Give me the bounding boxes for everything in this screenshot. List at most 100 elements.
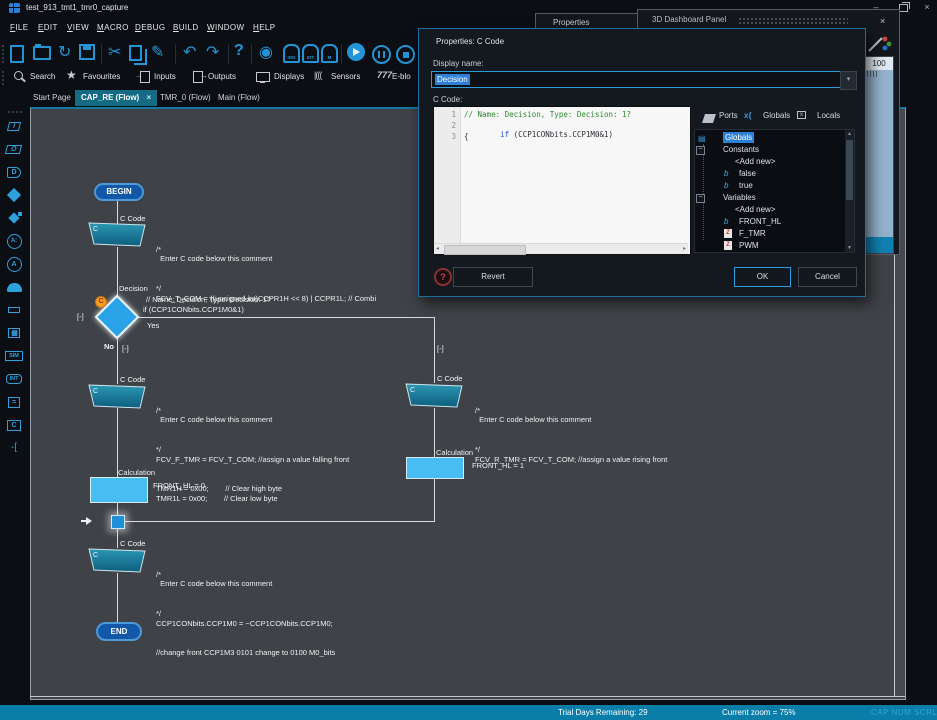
outputs-icon[interactable]: → [193,71,203,83]
shape-macro-icon[interactable] [3,277,25,297]
inputs-icon[interactable]: → [140,71,150,83]
outputs-button[interactable]: Outputs [208,72,236,81]
favourites-button[interactable]: Favourites [83,72,120,81]
undo-icon[interactable]: ↶ [183,42,196,66]
tree-item-globals[interactable]: ▤ Globals [695,132,854,143]
collapse-marker[interactable]: [-] [77,312,84,321]
toolbar-grip[interactable] [1,44,6,64]
tab-globals[interactable]: Globals [763,111,790,120]
help-icon[interactable]: ? [234,42,244,66]
inputs-button[interactable]: Inputs [154,72,176,81]
restore-button[interactable] [899,4,908,12]
tree-item-add-variable[interactable]: <Add new> [695,204,854,215]
breakpoint-badge[interactable]: C [95,296,107,308]
begin-block[interactable]: BEGIN [94,183,144,201]
search-button[interactable]: Search [30,72,55,81]
scroll-thumb[interactable] [444,245,526,255]
collapse-icon[interactable]: − [696,194,705,203]
revert-button[interactable]: Revert [453,267,533,287]
shape-connection-icon[interactable]: A: [3,231,25,251]
tree-item-false[interactable]: b false [695,168,854,179]
dashboard-gauge[interactable]: 100 [864,56,894,254]
shape-goto-icon[interactable]: A [3,254,25,274]
shape-calc-box-icon[interactable]: = [3,392,25,412]
menu-edit[interactable]: EDIT [38,23,58,32]
sensors-button[interactable]: Sensors [331,72,360,81]
tab-ports[interactable]: Ports [719,111,738,120]
shape-component-macro-icon[interactable] [3,300,25,320]
tab-start-page[interactable]: Start Page [33,90,71,106]
display-name-input[interactable]: Decision [431,71,844,88]
tab-locals[interactable]: Locals [817,111,840,120]
selected-text: Decision [435,74,470,85]
calculation-block-right[interactable] [406,457,464,479]
scroll-left-icon[interactable]: ◂ [436,244,439,254]
ok-button[interactable]: OK [734,267,791,287]
shape-interrupt-icon[interactable]: INT [3,369,25,389]
displays-button[interactable]: Displays [274,72,304,81]
shape-toolbar-grip[interactable] [7,110,23,114]
properties-dialog[interactable]: Properties: C Code Display name: Decisio… [418,28,866,297]
menu-debug[interactable]: DEBUG [135,23,165,32]
cancel-button[interactable]: Cancel [798,267,857,287]
shape-ccode-icon[interactable]: C [3,415,25,435]
variables-tree[interactable]: ▤ Globals − Constants <Add new> b false … [694,129,855,253]
eblocks-icon[interactable]: 777 [377,70,392,80]
scroll-up-icon[interactable]: ▲ [845,131,854,137]
tree-item-front-hl[interactable]: b FRONT_HL [695,216,854,227]
tree-item-add-constant[interactable]: <Add new> [695,156,854,167]
tree-item-variables[interactable]: − Variables [695,192,854,203]
shape-switch-icon[interactable] [3,208,25,228]
tree-item-true[interactable]: b true [695,180,854,191]
sensors-icon[interactable]: |((( [314,70,321,80]
shape-sim-icon[interactable]: SIM [3,346,25,366]
merge-junction[interactable] [111,515,125,529]
shape-calculation-icon[interactable]: ▦ [3,323,25,343]
toolbar-grip-2[interactable] [1,70,6,86]
shape-input-icon[interactable]: I [3,116,25,136]
tab-tmr0-flow[interactable]: TMR_0 (Flow) [160,90,211,106]
code-editor[interactable]: 1 2 3 // Name: Decision, Type: Decision:… [433,106,691,255]
scroll-down-icon[interactable]: ▼ [845,245,854,251]
menu-macro[interactable]: MACRO [97,23,129,32]
collapse-marker[interactable]: [-] [122,344,129,353]
end-block[interactable]: END [96,622,142,641]
favourites-star-icon[interactable]: ★ [66,68,77,82]
shape-delay-icon[interactable]: D [3,162,25,182]
tree-item-label: PWM [739,240,759,251]
cut-icon[interactable]: ✂ [108,42,121,66]
shape-comment-icon[interactable]: -[ [3,437,25,457]
style-brush-icon[interactable] [866,34,892,54]
menu-window[interactable]: WINDOW [207,23,245,32]
tree-item-f-tmr[interactable]: Z F_TMR [695,228,854,239]
tab-main-flow[interactable]: Main (Flow) [218,90,260,106]
shape-decision-icon[interactable] [3,185,25,205]
menu-build[interactable]: BUILD [173,23,199,32]
tab-cap-re-flow[interactable]: CAP_RE (Flow) × [75,90,157,106]
collapse-icon[interactable]: − [696,146,705,155]
collapse-marker[interactable]: [-] [437,344,444,353]
editor-hscrollbar[interactable]: ◂ ▸ [434,243,688,254]
search-icon[interactable] [14,71,23,80]
redo-icon[interactable]: ↷ [206,42,219,66]
reload-icon[interactable]: ↻ [58,42,71,66]
scroll-right-icon[interactable]: ▸ [683,244,686,254]
tree-scrollbar[interactable]: ▲ ▼ [845,130,854,252]
tree-item-pwm[interactable]: Z PWM [695,240,854,251]
tab-close-icon[interactable]: × [146,93,151,102]
calculation-block-left[interactable] [90,477,148,503]
paste-icon[interactable]: ✎ [151,42,164,66]
revert-help-icon[interactable]: ? [434,268,452,286]
menu-view[interactable]: VIEW [67,23,89,32]
displays-icon[interactable] [256,72,270,82]
view-icon[interactable]: ◉ [259,42,273,66]
menu-file[interactable]: FILE [10,23,29,32]
menu-help[interactable]: HELP [253,23,276,32]
display-name-dropdown[interactable]: ▾ [840,71,857,90]
tree-item-constants[interactable]: − Constants [695,144,854,155]
scroll-thumb[interactable] [846,140,853,200]
eblocks-button[interactable]: E-blo [392,72,411,81]
dashboard-close-icon[interactable]: × [880,16,885,26]
close-button[interactable]: × [920,2,934,12]
shape-output-icon[interactable]: O [3,139,25,159]
